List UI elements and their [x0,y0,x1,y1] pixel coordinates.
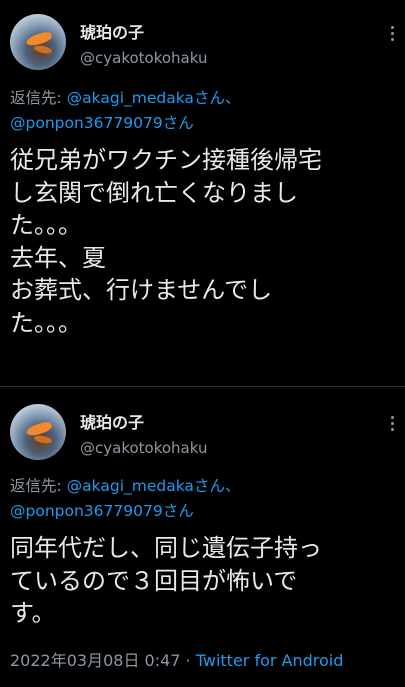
avatar[interactable] [10,404,66,460]
more-options-icon[interactable] [391,416,395,434]
reply-context: 返信先: @akagi_medakaさん、 @ponpon36779079さん [10,474,240,524]
fish-image-2 [33,44,53,55]
meta-separator: · [180,651,196,670]
reply-mention-2[interactable]: @ponpon36779079 [10,114,163,132]
reply-suffix: さん、 [193,89,241,107]
reply-mention-2[interactable]: @ponpon36779079 [10,502,163,520]
reply-prefix: 返信先: [10,89,67,107]
reply-prefix: 返信先: [10,477,67,495]
tweet-text: 従兄弟がワクチン接種後帰宅 し玄関で倒れ亡くなりまし た。。。 去年、夏 お葬式… [10,146,322,337]
user-handle[interactable]: @cyakotokohaku [80,439,207,457]
reply-end: さん [162,114,194,132]
avatar[interactable] [10,14,66,70]
reply-suffix: さん、 [193,477,241,495]
more-options-icon[interactable] [391,26,395,44]
display-name[interactable]: 琥珀の子 [80,409,144,433]
tweet-text: 同年代だし、同じ遺伝子持っ ているので３回目が怖いで す。 [10,534,322,627]
reply-mention-1[interactable]: @akagi_medaka [67,89,194,107]
tweet-meta: 2022年03月08日 0:47 · Twitter for Android [10,647,343,671]
fish-image-2 [33,434,53,445]
tweet-1: 琥珀の子 @cyakotokohaku 返信先: @akagi_medakaさん… [0,0,405,387]
reply-context: 返信先: @akagi_medakaさん、 @ponpon36779079さん [10,86,240,136]
display-name[interactable]: 琥珀の子 [80,19,144,43]
timestamp[interactable]: 2022年03月08日 0:47 [10,651,180,670]
reply-mention-1[interactable]: @akagi_medaka [67,477,194,495]
tweet-2: 琥珀の子 @cyakotokohaku 返信先: @akagi_medakaさん… [0,390,405,687]
source-link[interactable]: Twitter for Android [196,651,344,670]
reply-end: さん [162,502,194,520]
user-handle[interactable]: @cyakotokohaku [80,49,207,67]
